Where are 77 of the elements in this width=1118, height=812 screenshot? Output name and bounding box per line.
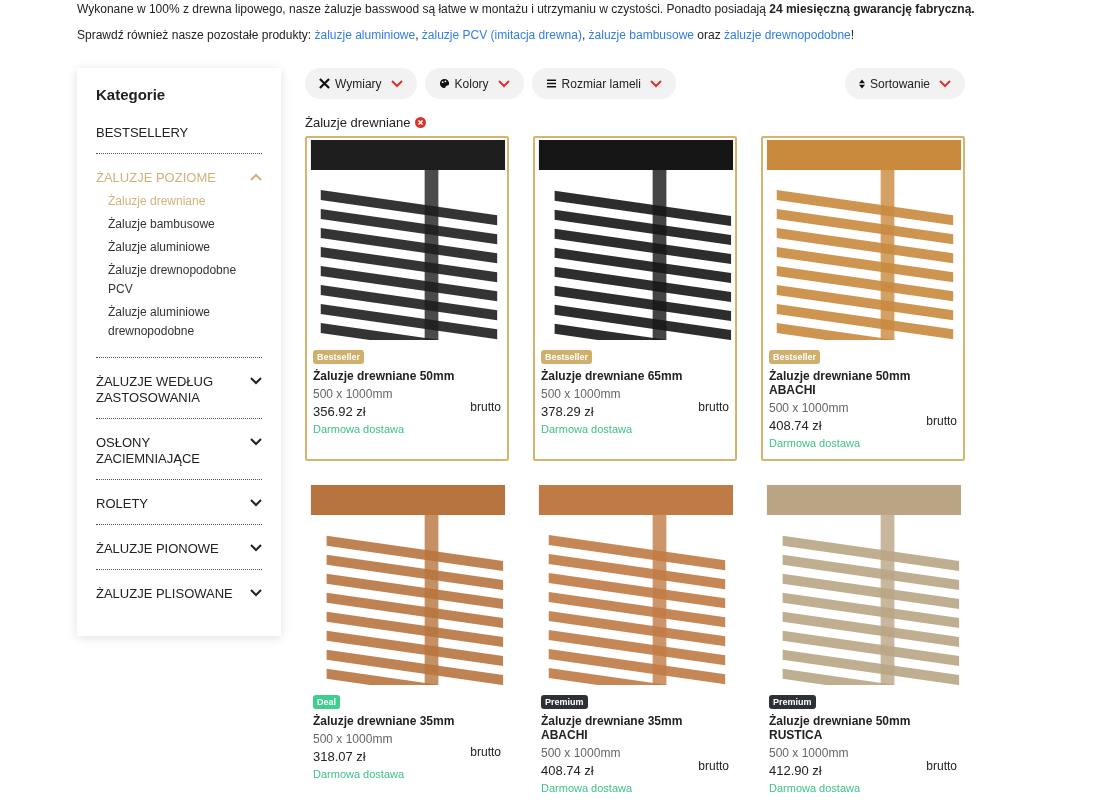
shipping-label: Darmowa dostawa xyxy=(313,423,406,435)
product-link[interactable]: żaluzje bambusowe xyxy=(588,28,694,42)
shipping-label: Darmowa dostawa xyxy=(769,782,862,794)
product-price: 378.29 zł xyxy=(541,404,594,419)
chevron-icon xyxy=(649,79,662,88)
chevron-icon xyxy=(390,79,403,88)
sort-button[interactable]: Sortowanie xyxy=(844,68,965,99)
product-badge: Bestseller xyxy=(541,350,593,364)
subcategory-item[interactable]: Żaluzje aluminiowe xyxy=(108,238,262,257)
category-item[interactable]: ŻALUZJE PIONOWE xyxy=(96,541,262,557)
chevron-icon xyxy=(497,79,510,88)
product-size: 500 x 1000mm xyxy=(769,746,850,760)
product-badge: Premium xyxy=(769,695,816,709)
product-badge: Premium xyxy=(541,695,588,709)
product-price: 318.07 zł xyxy=(313,749,366,764)
product-link[interactable]: żaluzje PCV (imitacja drewna) xyxy=(421,28,582,42)
panel-title: Kategorie xyxy=(96,86,167,103)
chevron-icon xyxy=(250,173,262,181)
product-price: 356.92 zł xyxy=(313,404,366,419)
chevron-icon xyxy=(939,79,951,88)
chevron-icon xyxy=(250,438,262,446)
tax-label: brutto xyxy=(698,400,729,414)
shipping-label: Darmowa dostawa xyxy=(769,437,862,449)
product-name: Żaluzje drewniane 65mm xyxy=(541,369,684,383)
tax-label: brutto xyxy=(926,414,957,428)
tax-label: brutto xyxy=(698,759,729,773)
category-item[interactable]: ŻALUZJE PLISOWANE xyxy=(96,586,262,602)
product-name: Żaluzje drewniane 50mm RUSTICA xyxy=(769,714,912,742)
chevron-icon xyxy=(250,544,262,552)
subcategory-item[interactable]: Żaluzje aluminiowe drewnopodobne xyxy=(108,303,262,341)
product-badge: Deal xyxy=(313,695,340,709)
shipping-label: Darmowa dostawa xyxy=(541,782,634,794)
subcategory-item[interactable]: Żaluzje bambusowe xyxy=(108,215,262,234)
filter-button[interactable]: Wymiary xyxy=(305,68,417,99)
active-filter-label: Żaluzje drewniane xyxy=(305,115,411,130)
filter-button[interactable]: Rozmiar lameli xyxy=(531,68,676,99)
product-price: 408.74 zł xyxy=(769,418,822,433)
product-card[interactable]: Deal Żaluzje drewniane 35mm 500 x 1000mm 318.07 zł brutto Darmowa dostawa xyxy=(305,481,509,806)
product-price: 408.74 zł xyxy=(541,763,594,778)
product-name: Żaluzje drewniane 35mm ABACHI xyxy=(541,714,684,742)
intro-text: Wykonane w 100% z drewna lipowego, nasze żaluzje basswood są łatwe w montażu i utrzymaniu w czystości. Ponadto posiadają 24 miesięczną gwarancję fabryczną. xyxy=(77,1,976,18)
product-size: 500 x 1000mm xyxy=(313,387,394,401)
product-link[interactable]: żaluzje drewnopodobne xyxy=(724,28,851,42)
category-item[interactable]: OSŁONY ZACIEMNIAJĄCE xyxy=(96,435,262,467)
product-card[interactable]: Bestseller Żaluzje drewniane 50mm ABACHI 500 x 1000mm 408.74 zł brutto Darmowa dostawa xyxy=(761,136,965,461)
product-size: 500 x 1000mm xyxy=(769,401,850,415)
chevron-icon xyxy=(250,377,262,385)
menu-icon xyxy=(545,78,557,89)
subcategory-item[interactable]: Żaluzje drewnopodobne PCV xyxy=(108,261,262,299)
category-item[interactable]: ROLETY xyxy=(96,496,262,512)
related-products-text: Sprawdź również nasze pozostałe produkty: żaluzje aluminiowe, żaluzje PCV (imitacja drewna), żaluzje bambusowe oraz żaluzje drewnopodobne! xyxy=(77,28,856,42)
product-badge: Bestseller xyxy=(769,350,821,364)
chevron-icon xyxy=(250,499,262,507)
product-size: 500 x 1000mm xyxy=(313,732,394,746)
category-item[interactable]: ŻALUZJE WEDŁUG ZASTOSOWANIA xyxy=(96,374,262,406)
product-size: 500 x 1000mm xyxy=(541,746,622,760)
product-card[interactable]: Premium Żaluzje drewniane 50mm RUSTICA 500 x 1000mm 412.90 zł brutto Darmowa dostawa xyxy=(761,481,965,806)
product-card[interactable]: Premium Żaluzje drewniane 35mm ABACHI 500 x 1000mm 408.74 zł brutto Darmowa dostawa xyxy=(533,481,737,806)
product-card[interactable]: Bestseller Żaluzje drewniane 65mm 500 x 1000mm 378.29 zł brutto Darmowa dostawa xyxy=(533,136,737,461)
category-item[interactable]: BESTSELLERY xyxy=(96,125,262,141)
filter-button[interactable]: Kolory xyxy=(424,68,524,99)
remove-icon[interactable] xyxy=(414,117,426,128)
product-badge: Bestseller xyxy=(313,350,365,364)
product-name: Żaluzje drewniane 50mm xyxy=(313,369,456,383)
product-name: Żaluzje drewniane 35mm xyxy=(313,714,456,728)
product-name: Żaluzje drewniane 50mm ABACHI xyxy=(769,369,912,397)
chevron-icon xyxy=(250,589,262,597)
product-card[interactable]: Bestseller Żaluzje drewniane 50mm 500 x 1000mm 356.92 zł brutto Darmowa dostawa xyxy=(305,136,509,461)
shipping-label: Darmowa dostawa xyxy=(313,768,406,780)
tax-label: brutto xyxy=(470,400,501,414)
sort-icon xyxy=(858,78,865,89)
product-price: 412.90 zł xyxy=(769,763,822,778)
tax-label: brutto xyxy=(470,745,501,759)
shipping-label: Darmowa dostawa xyxy=(541,423,634,435)
product-size: 500 x 1000mm xyxy=(541,387,622,401)
tax-label: brutto xyxy=(926,759,957,773)
palette-icon xyxy=(438,78,450,89)
